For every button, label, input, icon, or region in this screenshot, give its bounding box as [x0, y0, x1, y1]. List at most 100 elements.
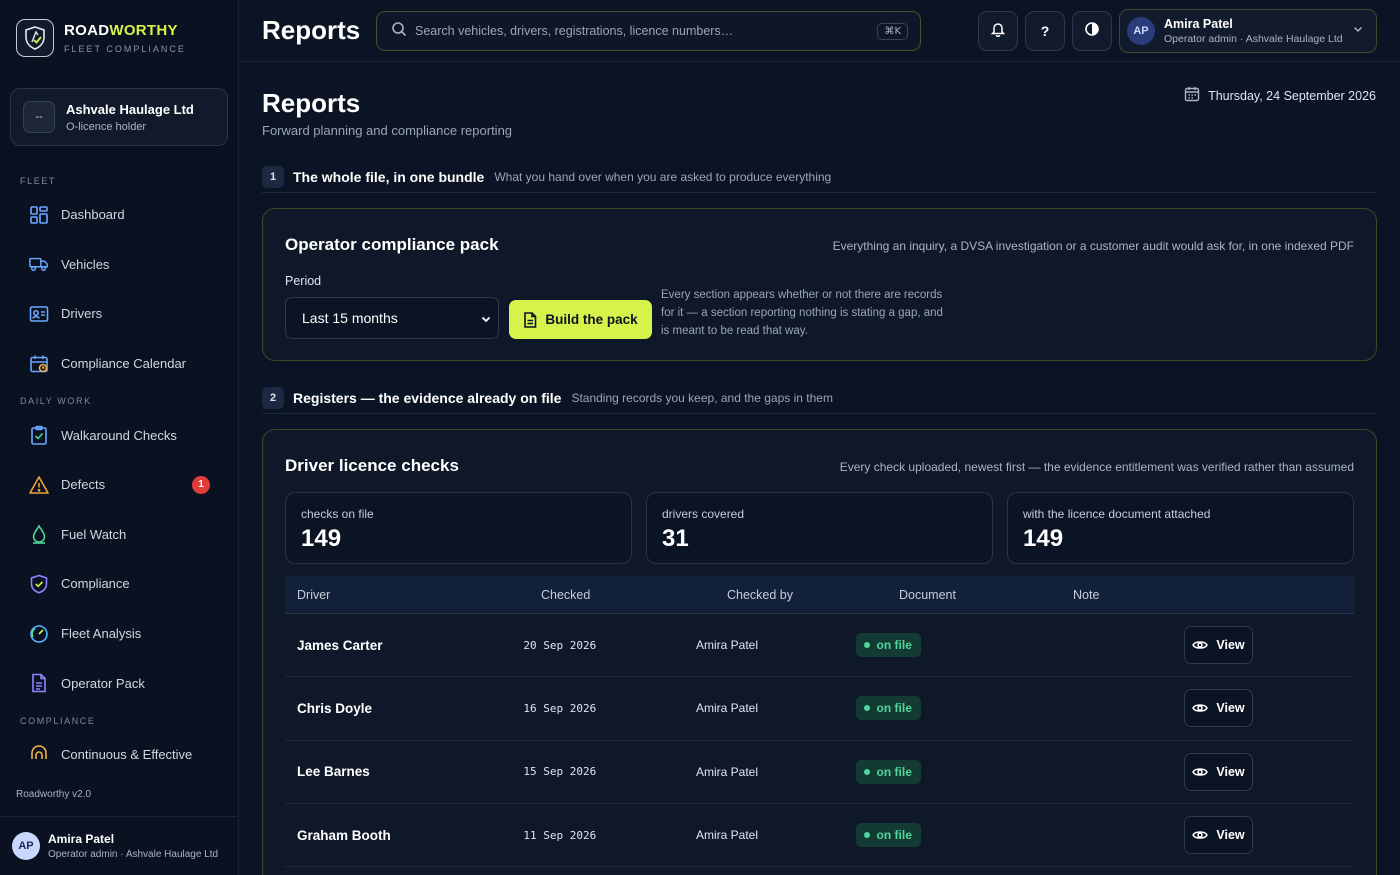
- driver-name: Lee Barnes: [297, 764, 370, 780]
- sidebar-item-label: Vehicles: [61, 256, 110, 272]
- date-text: Thursday, 24 September 2026: [1208, 88, 1376, 103]
- stat-document-attached: with the licence document attached 149: [1007, 492, 1354, 564]
- header-title: Reports: [262, 15, 361, 45]
- sidebar-item-fuel-watch[interactable]: Fuel Watch: [0, 510, 239, 560]
- eye-icon: [1192, 831, 1209, 839]
- sidebar-nav[interactable]: FLEET Dashboard Vehicles Drivers Complia…: [0, 168, 239, 779]
- brand[interactable]: ROADWORTHY FLEET COMPLIANCE: [16, 19, 186, 57]
- status-dot-icon: [863, 642, 870, 649]
- column-header-document[interactable]: Document: [899, 588, 1073, 602]
- view-button[interactable]: View: [1184, 689, 1253, 728]
- top-bar: Reports ⌘K ? AP Amira Patel Operator adm…: [240, 0, 1400, 62]
- column-header-checked-by[interactable]: Checked by: [727, 588, 899, 602]
- view-label: View: [1216, 828, 1245, 843]
- sidebar-user[interactable]: AP Amira Patel Operator admin · Ashvale …: [0, 816, 239, 875]
- org-name: Ashvale Haulage Ltd: [66, 101, 194, 117]
- truck-icon: [29, 254, 49, 274]
- shield-logo-icon: [16, 19, 54, 57]
- sidebar-item-label: Fleet Analysis: [61, 626, 142, 642]
- checked-by: Amira Patel: [695, 828, 758, 843]
- stat-checks-on-file: checks on file 149: [285, 492, 632, 564]
- user-name: Amira Patel: [48, 832, 115, 846]
- sidebar-item-label: Defects: [61, 477, 106, 493]
- sidebar-item-label: Continuous & Effective: [61, 747, 193, 763]
- sidebar-item-label: Fuel Watch: [61, 526, 127, 542]
- sidebar-item-continuous-effective[interactable]: Continuous & Effective: [0, 730, 239, 779]
- licence-checks-table: Driver Checked Checked by Document Note …: [285, 576, 1354, 868]
- dashboard-icon: [29, 205, 49, 225]
- document-icon: [524, 311, 537, 328]
- sidebar-item-label: Walkaround Checks: [61, 427, 177, 443]
- sidebar-item-compliance-calendar[interactable]: Compliance Calendar: [0, 339, 239, 389]
- user-role: Operator admin · Ashvale Haulage Ltd: [48, 849, 219, 860]
- document-status-text: on file: [876, 701, 912, 716]
- org-icon: --: [23, 101, 55, 133]
- sidebar-item-label: Compliance Calendar: [61, 356, 187, 372]
- shield-check-icon: [29, 574, 49, 594]
- section-number: 2: [262, 386, 284, 409]
- nav-section-compliance: COMPLIANCE: [20, 715, 96, 726]
- stat-value: 31: [662, 525, 689, 552]
- clipboard-check-icon: [29, 425, 49, 445]
- notifications-button[interactable]: [978, 11, 1018, 51]
- status-dot-icon: [863, 768, 870, 775]
- checked-date: 15 Sep 2026: [523, 765, 597, 779]
- chevron-down-icon: [1352, 22, 1364, 40]
- help-icon: ?: [1040, 23, 1050, 39]
- view-button[interactable]: View: [1184, 626, 1253, 665]
- pack-hint: Every section appears whether or not the…: [661, 289, 943, 337]
- user-role: Operator admin · Ashvale Haulage Ltd: [1164, 33, 1343, 45]
- sidebar-item-dashboard[interactable]: Dashboard: [0, 190, 239, 240]
- help-button[interactable]: ?: [1025, 11, 1065, 51]
- checked-date: 20 Sep 2026: [523, 638, 597, 652]
- section-whole-file: 1 The whole file, in one bundle What you…: [262, 161, 1377, 193]
- theme-toggle-button[interactable]: [1072, 11, 1112, 51]
- gauge-icon: [29, 624, 49, 644]
- section-title: The whole file, in one bundle: [293, 168, 485, 185]
- eye-icon: [1192, 767, 1209, 776]
- sidebar-item-compliance[interactable]: Compliance: [0, 559, 239, 609]
- sidebar-item-label: Operator Pack: [61, 675, 145, 691]
- sidebar-item-walkaround-checks[interactable]: Walkaround Checks: [0, 410, 239, 460]
- sidebar-item-label: Dashboard: [61, 207, 125, 223]
- period-select[interactable]: Last 15 months: [285, 297, 499, 339]
- view-button[interactable]: View: [1184, 752, 1253, 791]
- build-pack-label: Build the pack: [545, 312, 638, 327]
- search-shortcut: ⌘K: [877, 22, 908, 40]
- sidebar-item-operator-pack[interactable]: Operator Pack: [0, 658, 239, 708]
- brand-name: ROADWORTHY: [64, 22, 178, 39]
- column-header-note[interactable]: Note: [1073, 588, 1253, 602]
- nav-section-fleet: FLEET: [20, 176, 57, 186]
- column-header-driver[interactable]: Driver: [285, 588, 541, 602]
- view-button[interactable]: View: [1184, 816, 1253, 855]
- contrast-icon: [1084, 21, 1100, 42]
- checked-by: Amira Patel: [695, 701, 758, 716]
- column-header-checked[interactable]: Checked: [541, 588, 727, 602]
- sidebar-item-drivers[interactable]: Drivers: [0, 289, 239, 339]
- avatar: AP: [1127, 17, 1155, 45]
- licence-checks-card: Driver licence checks Every check upload…: [262, 429, 1377, 875]
- document-status-text: on file: [876, 764, 912, 779]
- sidebar-item-fleet-analysis[interactable]: Fleet Analysis: [0, 609, 239, 659]
- sidebar: ROADWORTHY FLEET COMPLIANCE -- Ashvale H…: [0, 0, 239, 875]
- document-icon: [29, 673, 49, 693]
- loop-icon: [29, 744, 49, 765]
- build-pack-button[interactable]: Build the pack: [509, 300, 652, 339]
- checked-date: 16 Sep 2026: [523, 701, 597, 715]
- bell-icon: [990, 21, 1006, 42]
- operator-pack-card: Operator compliance pack Everything an i…: [262, 208, 1377, 361]
- org-switcher[interactable]: -- Ashvale Haulage Ltd O-licence holder: [10, 88, 228, 146]
- user-menu[interactable]: AP Amira Patel Operator admin · Ashvale …: [1119, 9, 1377, 53]
- sidebar-item-vehicles[interactable]: Vehicles: [0, 240, 239, 290]
- id-card-icon: [29, 304, 49, 324]
- fuel-drop-icon: [29, 524, 49, 545]
- stat-value: 149: [1023, 525, 1064, 552]
- org-role: O-licence holder: [66, 120, 147, 133]
- section-title: Registers — the evidence already on file: [293, 389, 562, 406]
- sidebar-item-label: Compliance: [61, 576, 130, 592]
- search-box[interactable]: ⌘K: [376, 11, 921, 51]
- eye-icon: [1192, 704, 1209, 713]
- driver-name: James Carter: [297, 637, 383, 653]
- search-input[interactable]: [415, 24, 878, 38]
- sidebar-item-defects[interactable]: Defects 1: [0, 460, 239, 510]
